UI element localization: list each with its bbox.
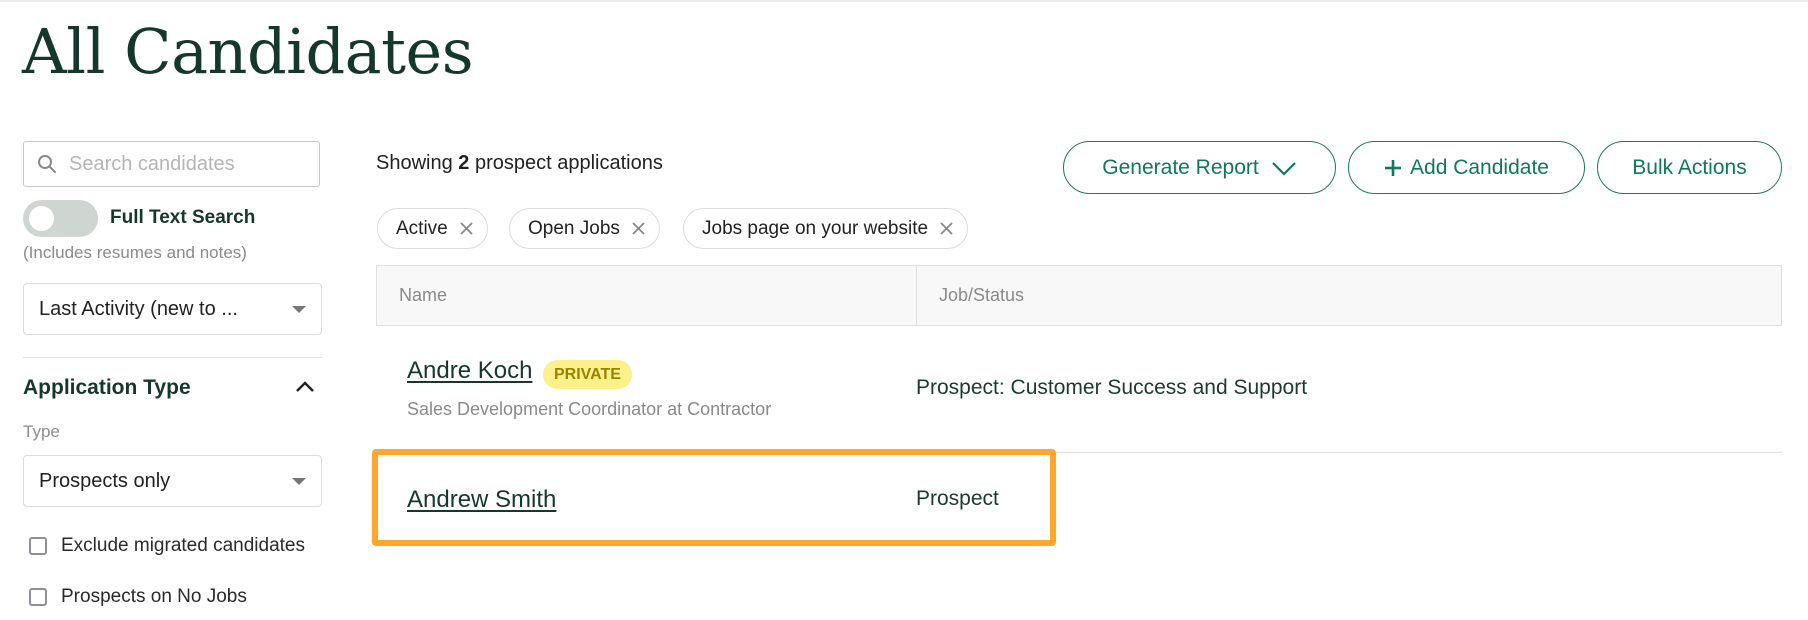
checkbox-label: Prospects on No Jobs (61, 586, 247, 607)
filter-chip-label: Open Jobs (528, 217, 620, 239)
top-divider (0, 0, 1808, 2)
search-field[interactable] (23, 141, 320, 187)
add-candidate-label: Add Candidate (1410, 155, 1549, 179)
candidates-table: Name Job/Status (376, 265, 1782, 326)
sidebar-divider (23, 357, 322, 358)
search-icon (38, 155, 56, 173)
sort-dropdown-value: Last Activity (new to ... (39, 297, 238, 320)
search-input[interactable] (67, 151, 291, 177)
generate-report-button[interactable]: Generate Report (1063, 141, 1336, 194)
full-text-search-toggle[interactable] (23, 200, 98, 237)
column-header-name[interactable]: Name (377, 266, 917, 325)
plus-icon (1385, 159, 1402, 176)
results-count: Showing 2 prospect applications (376, 152, 663, 175)
job-status: Prospect (916, 487, 999, 510)
results-prefix: Showing (376, 152, 453, 174)
filter-chip-label: Jobs page on your website (702, 217, 929, 239)
results-suffix: prospect applications (474, 152, 663, 174)
application-type-dropdown[interactable]: Prospects only (23, 455, 322, 507)
bulk-actions-button[interactable]: Bulk Actions (1597, 141, 1782, 194)
exclude-migrated-checkbox[interactable]: Exclude migrated candidates (29, 535, 305, 557)
generate-report-label: Generate Report (1102, 155, 1259, 179)
full-text-search-label: Full Text Search (110, 207, 256, 228)
application-type-value: Prospects only (39, 469, 171, 492)
type-label: Type (23, 422, 60, 441)
filter-chip-active: Active (377, 208, 488, 249)
candidate-subtitle: Sales Development Coordinator at Contrac… (407, 399, 772, 419)
column-header-job-status[interactable]: Job/Status (917, 266, 1024, 325)
add-candidate-button[interactable]: Add Candidate (1348, 141, 1585, 194)
private-badge: PRIVATE (543, 360, 632, 389)
toggle-knob (29, 206, 54, 231)
bulk-actions-label: Bulk Actions (1632, 155, 1747, 179)
prospects-no-jobs-checkbox[interactable]: Prospects on No Jobs (29, 586, 247, 608)
caret-down-icon (292, 477, 306, 485)
close-icon[interactable] (460, 222, 473, 235)
candidate-name-link[interactable]: Andrew Smith (407, 486, 556, 514)
close-icon[interactable] (940, 222, 953, 235)
application-type-heading: Application Type (23, 376, 191, 399)
candidate-name-link[interactable]: Andre Koch (407, 357, 532, 385)
caret-down-icon (292, 305, 306, 313)
job-status: Prospect: Customer Success and Support (916, 376, 1308, 399)
checkbox-box[interactable] (29, 588, 47, 606)
page-title: All Candidates (22, 15, 474, 88)
sort-dropdown[interactable]: Last Activity (new to ... (23, 283, 322, 335)
results-number: 2 (458, 152, 470, 174)
filter-chip-open-jobs: Open Jobs (509, 208, 660, 249)
table-header: Name Job/Status (376, 265, 1782, 326)
close-icon[interactable] (632, 222, 645, 235)
checkbox-box[interactable] (29, 537, 47, 555)
full-text-search-hint: (Includes resumes and notes) (23, 243, 247, 262)
chevron-down-icon (1271, 161, 1296, 176)
checkbox-label: Exclude migrated candidates (61, 535, 305, 556)
chevron-up-icon[interactable] (295, 379, 315, 393)
filter-chip-label: Active (396, 217, 448, 239)
row-divider (376, 452, 1782, 453)
filter-chip-jobs-page: Jobs page on your website (683, 208, 969, 249)
